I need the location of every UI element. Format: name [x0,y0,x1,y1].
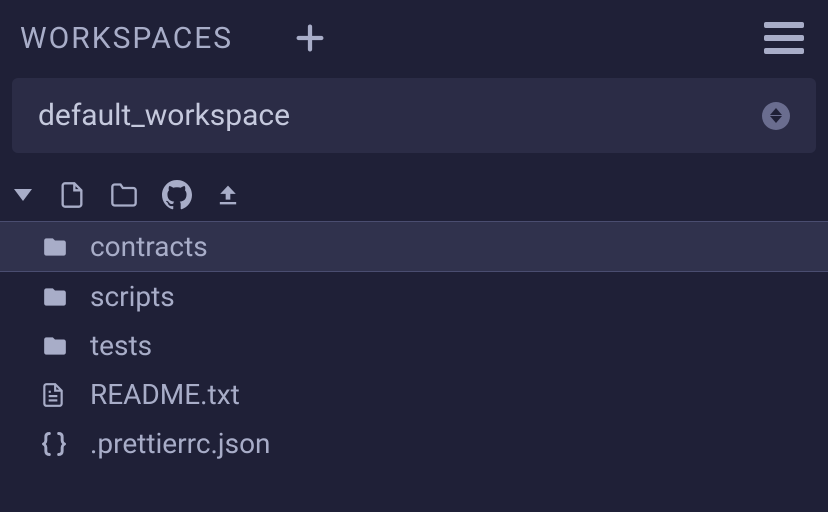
file-icon [58,179,86,211]
tree-item-label: .prettierrc.json [90,427,271,460]
tree-file-prettierrc[interactable]: .prettierrc.json [0,419,828,468]
tree-file-readme[interactable]: README.txt [0,370,828,419]
folder-icon [40,333,72,359]
github-icon [162,180,192,210]
new-file-button[interactable] [58,179,86,211]
new-folder-button[interactable] [108,181,140,209]
workspace-selected-label: default_workspace [38,98,290,133]
folder-icon [108,181,140,209]
workspace-selector[interactable]: default_workspace [12,78,816,153]
folder-icon [40,234,72,260]
workspaces-title: WORKSPACES [20,21,233,56]
tree-item-label: contracts [90,230,208,263]
upload-icon [214,181,242,209]
hamburger-icon [764,22,804,28]
collapse-toggle[interactable] [14,189,32,201]
plus-icon [293,21,327,55]
upload-button[interactable] [214,181,242,209]
updown-icon [762,102,790,130]
menu-button[interactable] [760,18,808,58]
tree-item-label: scripts [90,280,175,313]
tree-item-label: README.txt [90,378,240,411]
file-json-icon [40,430,72,458]
add-workspace-button[interactable] [293,21,327,55]
folder-icon [40,284,72,310]
tree-folder-tests[interactable]: tests [0,321,828,370]
file-text-icon [40,380,72,410]
tree-folder-scripts[interactable]: scripts [0,272,828,321]
tree-folder-contracts[interactable]: contracts [0,221,828,272]
file-tree: contracts scripts tests README.txt .pret… [0,221,828,468]
github-button[interactable] [162,180,192,210]
tree-item-label: tests [90,329,152,362]
